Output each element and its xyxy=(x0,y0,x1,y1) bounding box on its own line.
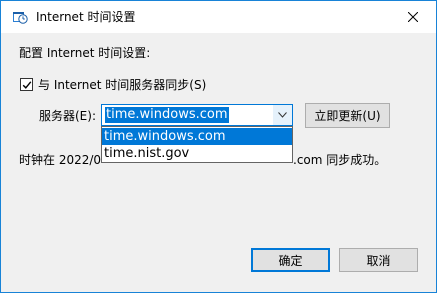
server-combobox[interactable]: time.windows.com xyxy=(101,104,293,126)
server-dropdown-list: time.windows.com time.nist.gov xyxy=(101,126,293,163)
internet-time-settings-dialog: Internet 时间设置 配置 Internet 时间设置: 与 Intern… xyxy=(0,0,437,293)
status-text-suffix: .com 同步成功。 xyxy=(293,153,387,167)
update-now-button[interactable]: 立即更新(U) xyxy=(305,103,390,128)
ok-button[interactable]: 确定 xyxy=(251,248,330,272)
cancel-button[interactable]: 取消 xyxy=(339,248,418,272)
window-title: Internet 时间设置 xyxy=(36,10,136,24)
dropdown-option-time-windows[interactable]: time.windows.com xyxy=(102,128,292,145)
chevron-down-icon[interactable] xyxy=(273,105,292,125)
dropdown-option-time-nist[interactable]: time.nist.gov xyxy=(102,145,292,162)
clock-settings-icon xyxy=(12,9,28,25)
status-text-prefix: 时钟在 2022/0 xyxy=(19,153,102,167)
sync-checkbox-label[interactable]: 与 Internet 时间服务器同步(S) xyxy=(38,77,206,93)
close-icon xyxy=(408,12,418,22)
server-label: 服务器(E): xyxy=(39,109,96,123)
server-combobox-value[interactable]: time.windows.com xyxy=(105,107,229,123)
sync-checkbox[interactable] xyxy=(20,78,33,91)
title-bar[interactable]: Internet 时间设置 xyxy=(1,1,436,33)
checkmark-icon xyxy=(22,80,31,89)
close-button[interactable] xyxy=(390,1,436,33)
section-heading: 配置 Internet 时间设置: xyxy=(19,46,151,60)
